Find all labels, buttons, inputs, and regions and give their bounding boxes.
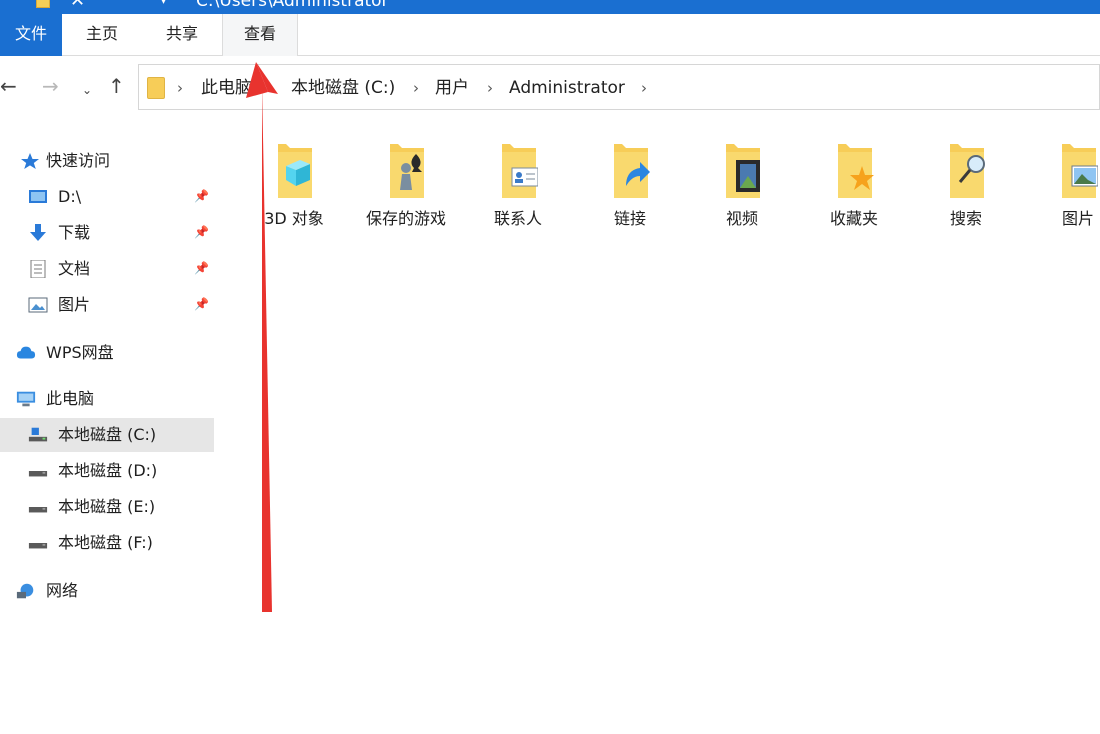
chevron-right-icon[interactable]: › [413, 77, 419, 99]
navigation-bar: ← → ⌄ ↑ › 此电脑 › 本地磁盘 (C:) › 用户 › Adminis… [0, 56, 1100, 116]
download-icon [30, 224, 46, 241]
sidebar-item-label: 本地磁盘 (D:) [58, 461, 158, 480]
undo-icon[interactable]: ✕ [70, 0, 85, 10]
folder-3d-objects[interactable]: 3D 对象 [246, 134, 342, 244]
chevron-right-icon[interactable]: › [487, 77, 493, 99]
sidebar-item-label: 此电脑 [46, 389, 95, 408]
window-title: C:\Users\Administrator [196, 0, 389, 11]
star-icon [21, 153, 39, 169]
navigation-pane: 快速访问 D:\ 📌 下载 📌 文档 📌 图片 📌 WPS网盘 此电脑 本地磁盘… [0, 116, 214, 734]
sidebar-item-label: D:\ [58, 187, 82, 206]
folder-label: 图片 [1061, 209, 1094, 228]
folder-searches[interactable]: 搜索 [918, 134, 1014, 244]
recent-locations-icon[interactable]: ⌄ [82, 78, 92, 102]
drive-d-icon [29, 190, 47, 203]
sidebar-item-label: 本地磁盘 (E:) [58, 497, 156, 516]
tab-home[interactable]: 主页 [62, 14, 142, 56]
tab-view[interactable]: 查看 [222, 14, 298, 57]
sidebar-item-documents[interactable]: 文档 📌 [0, 252, 214, 286]
sidebar-item-label: 网络 [46, 581, 79, 600]
sidebar-item-label: 快速访问 [46, 151, 111, 170]
pin-icon[interactable]: 📌 [194, 225, 209, 239]
3d-objects-folder-icon [278, 144, 312, 198]
sidebar-item-quick-access[interactable]: 快速访问 [0, 144, 214, 178]
breadcrumb-drive-c[interactable]: 本地磁盘 (C:) [291, 77, 395, 99]
sidebar-item-network[interactable]: 网络 [0, 574, 214, 608]
breadcrumb-administrator[interactable]: Administrator [509, 77, 625, 99]
folder-icon [36, 0, 50, 8]
sidebar-item-drive-f[interactable]: 本地磁盘 (F:) [0, 526, 214, 560]
file-list: 3D 对象 保存的游戏 联系人 链接 视频 收藏夹 搜索 图片 [224, 116, 1100, 734]
sidebar-item-label: 本地磁盘 (C:) [58, 425, 157, 444]
sidebar-item-pictures[interactable]: 图片 📌 [0, 288, 214, 322]
drive-icon [28, 507, 48, 513]
folder-label: 3D 对象 [264, 209, 324, 228]
contacts-folder-icon [502, 144, 538, 198]
folder-videos[interactable]: 视频 [694, 134, 790, 244]
sidebar-item-label: 下载 [58, 223, 91, 242]
chevron-right-icon[interactable]: › [269, 77, 275, 99]
folder-links[interactable]: 链接 [582, 134, 678, 244]
links-folder-icon [614, 144, 650, 198]
sidebar-item-drive-d[interactable]: D:\ 📌 [0, 180, 214, 214]
folder-label: 搜索 [949, 209, 982, 228]
folder-favorites[interactable]: 收藏夹 [806, 134, 902, 244]
sidebar-item-wps-cloud[interactable]: WPS网盘 [0, 336, 214, 370]
pictures-folder-icon [1062, 144, 1098, 198]
pin-icon[interactable]: 📌 [194, 261, 209, 275]
sidebar-item-label: 图片 [58, 295, 91, 314]
document-icon [30, 260, 46, 278]
picture-icon [28, 297, 48, 313]
favorites-folder-icon [838, 144, 874, 198]
breadcrumb-this-pc[interactable]: 此电脑 [201, 77, 252, 99]
network-icon [16, 583, 34, 599]
sidebar-item-drive-c[interactable]: 本地磁盘 (C:) [0, 418, 214, 452]
sidebar-item-drive-e[interactable]: 本地磁盘 (E:) [0, 490, 214, 524]
system-drive-icon [28, 427, 48, 442]
pin-icon[interactable]: 📌 [194, 189, 209, 203]
pin-icon[interactable]: 📌 [194, 297, 209, 311]
chevron-right-icon[interactable]: › [177, 77, 183, 99]
computer-icon [16, 391, 36, 407]
title-bar: ✕ ▾ C:\Users\Administrator [0, 0, 1100, 14]
searches-folder-icon [950, 144, 985, 198]
up-arrow-icon[interactable]: ↑ [108, 74, 125, 98]
folder-saved-games[interactable]: 保存的游戏 [358, 134, 454, 244]
forward-arrow-icon[interactable]: → [42, 74, 59, 98]
chevron-right-icon[interactable]: › [641, 77, 647, 99]
drive-icon [28, 471, 48, 477]
folder-contacts[interactable]: 联系人 [470, 134, 566, 244]
folder-label: 保存的游戏 [365, 209, 446, 228]
folder-icon [147, 77, 165, 99]
drive-icon [28, 543, 48, 549]
sidebar-item-drive-d2[interactable]: 本地磁盘 (D:) [0, 454, 214, 488]
sidebar-item-downloads[interactable]: 下载 📌 [0, 216, 214, 250]
back-arrow-icon[interactable]: ← [0, 74, 17, 98]
address-bar[interactable]: › 此电脑 › 本地磁盘 (C:) › 用户 › Administrator › [138, 64, 1100, 110]
videos-folder-icon [726, 144, 760, 198]
folder-pictures[interactable]: 图片 [1030, 134, 1100, 244]
saved-games-folder-icon [390, 144, 424, 198]
sidebar-item-label: WPS网盘 [46, 343, 114, 362]
cloud-icon [16, 346, 36, 359]
sidebar-item-label: 文档 [58, 259, 91, 278]
folder-label: 视频 [725, 209, 758, 228]
tab-share[interactable]: 共享 [142, 14, 222, 56]
breadcrumb-users[interactable]: 用户 [435, 77, 469, 99]
sidebar-item-this-pc[interactable]: 此电脑 [0, 382, 214, 416]
folder-label: 联系人 [493, 209, 542, 228]
chevron-down-icon[interactable]: ▾ [160, 0, 167, 8]
folder-label: 收藏夹 [829, 209, 878, 228]
ribbon: 文件 主页 共享 查看 [0, 14, 1100, 57]
sidebar-item-label: 本地磁盘 (F:) [58, 533, 153, 552]
tab-file[interactable]: 文件 [0, 14, 62, 56]
folder-label: 链接 [613, 209, 646, 228]
